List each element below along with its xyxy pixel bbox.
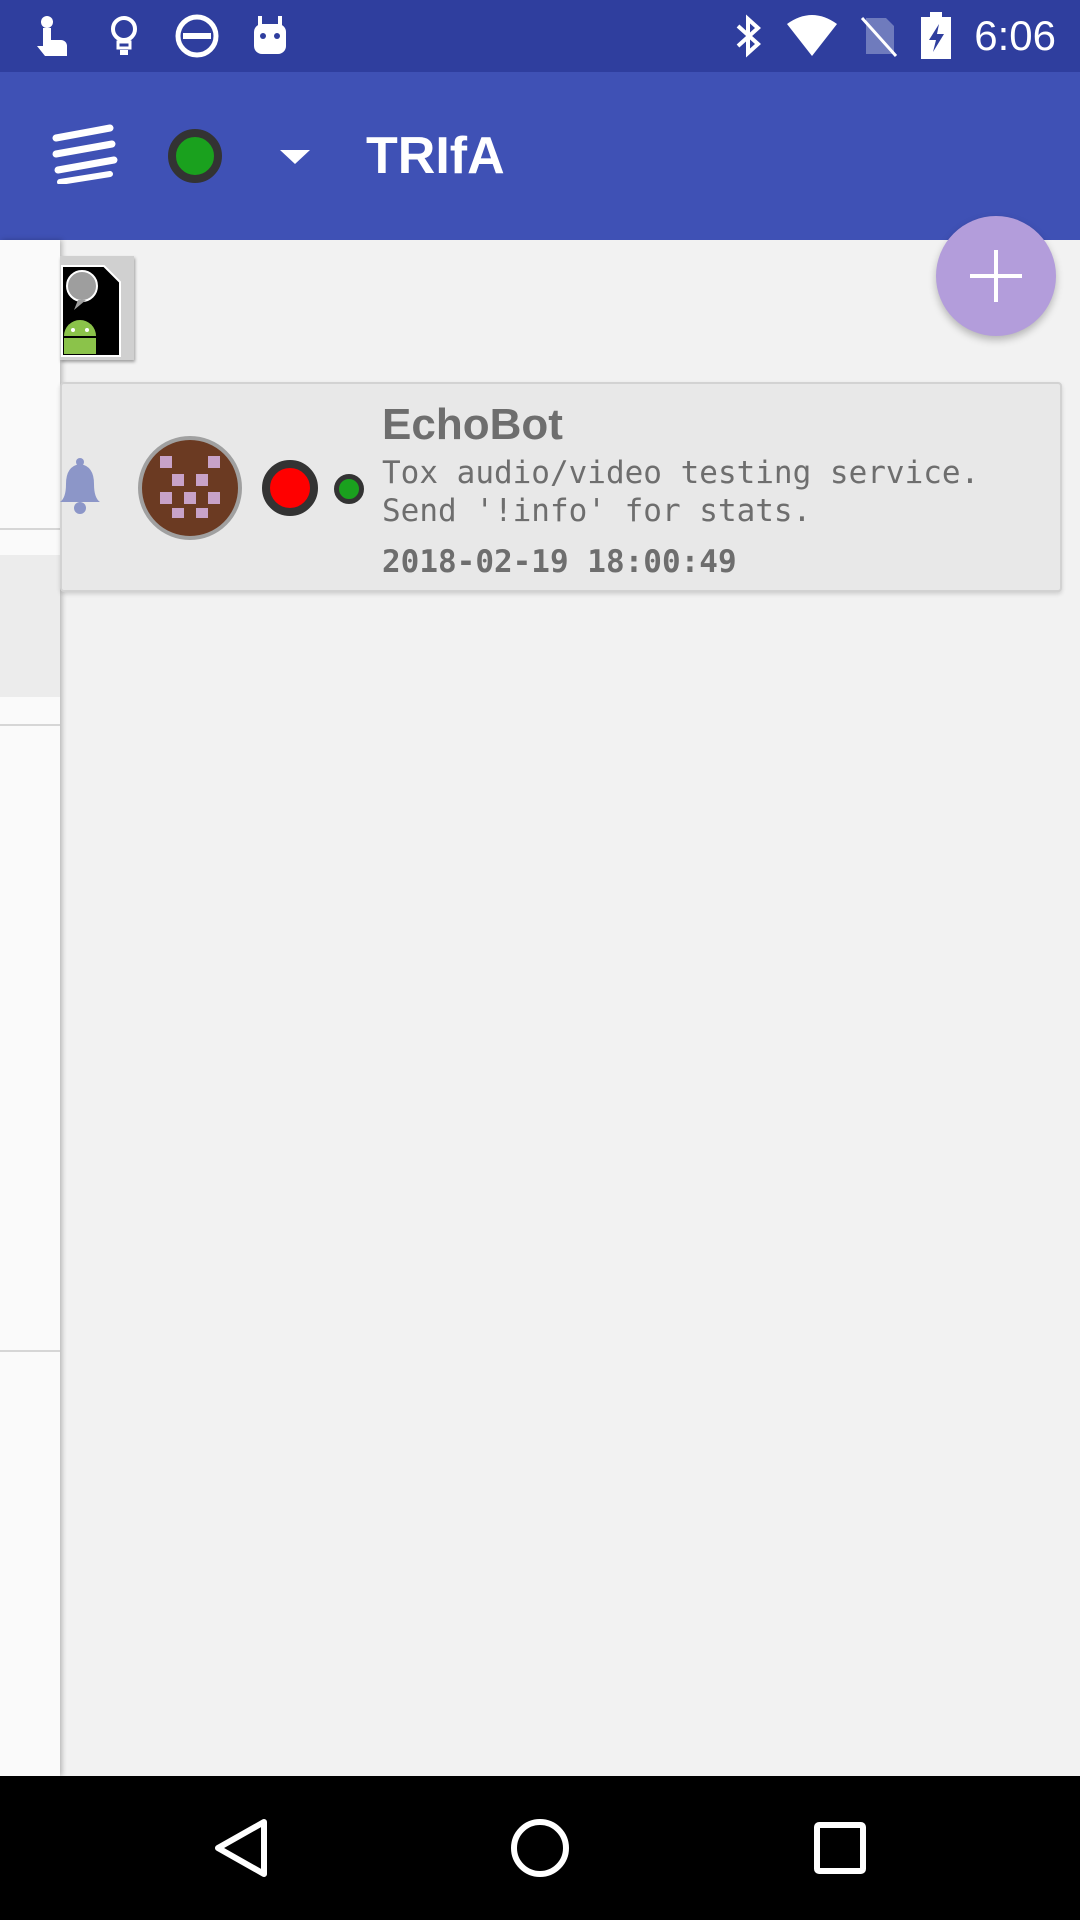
drawer-selected-item[interactable] [0, 555, 60, 697]
battery-charging-icon [916, 12, 956, 59]
touch-icon [30, 14, 76, 58]
friend-list-item[interactable]: EchoBot Tox audio/video testing service.… [60, 382, 1062, 592]
friend-status-message: Tox audio/video testing service. Send '!… [382, 455, 980, 529]
menu-icon[interactable] [50, 124, 120, 185]
lightbulb-icon [106, 14, 142, 58]
drawer-divider [0, 724, 60, 726]
no-sim-icon [856, 14, 900, 58]
plus-icon [970, 250, 1022, 302]
app-title: TRIfA [366, 127, 505, 185]
navigation-drawer[interactable] [0, 240, 60, 1776]
home-icon[interactable] [500, 1808, 580, 1888]
friend-last-online: 2018-02-19 18:00:49 [382, 544, 737, 580]
clock: 6:06 [974, 12, 1056, 59]
connection-status-indicator [262, 460, 318, 516]
own-status-indicator[interactable] [168, 129, 222, 183]
status-dropdown-icon[interactable] [280, 150, 310, 164]
add-friend-button[interactable] [936, 216, 1056, 336]
back-icon[interactable] [200, 1808, 280, 1888]
drawer-divider [0, 528, 60, 530]
do-not-disturb-icon [174, 14, 220, 58]
drawer-divider [0, 1350, 60, 1352]
friend-avatar[interactable] [138, 436, 242, 540]
online-status-indicator [334, 474, 364, 504]
notification-bell-icon[interactable] [56, 454, 100, 518]
app-logo-icon [60, 256, 134, 360]
friend-name: EchoBot [382, 400, 563, 449]
wifi-icon [784, 14, 840, 58]
status-bar: 6:06 [0, 0, 1080, 72]
recents-icon[interactable] [800, 1808, 880, 1888]
app-bar: TRIfA [0, 72, 1080, 240]
bluetooth-icon [728, 14, 768, 58]
android-icon [248, 14, 292, 58]
system-nav-bar [0, 1776, 1080, 1920]
